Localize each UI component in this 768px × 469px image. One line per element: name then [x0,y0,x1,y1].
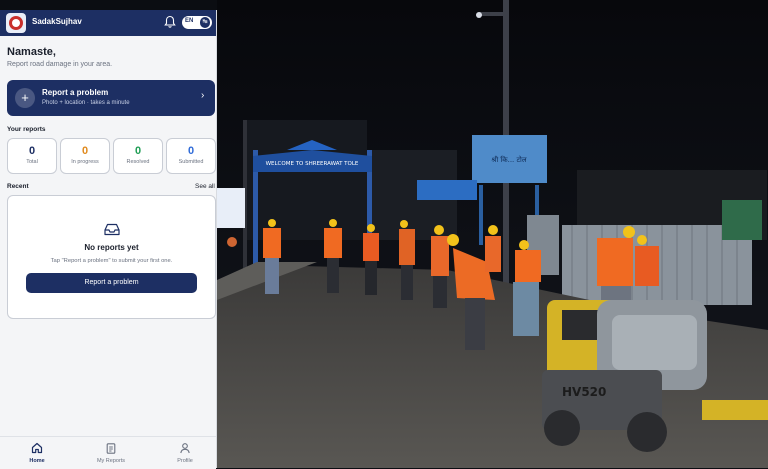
stat-label: Total [26,159,38,165]
greeting-title: Namaste, [7,46,56,58]
user-icon [180,443,190,454]
inbox-icon [104,223,120,236]
language-toggle[interactable]: EN ↹ [182,16,212,29]
chevron-right-icon: › [201,90,205,101]
tab-label: My Reports [96,458,126,464]
tab-label: Home [29,458,45,464]
bottom-tab-bar: Home My Reports Profile [0,436,216,469]
plus-icon: + [15,88,35,108]
road-repair-night-photo: WELCOME TO SHREERAWAT TOLE श्री कि... टो… [217,0,768,468]
stat-value: 0 [81,145,89,157]
tower-sign-text: श्री कि... टोल [491,155,526,164]
empty-state-text: Tap "Report a problem" to submit your fi… [50,258,173,264]
arch-sign-text: WELCOME TO SHREERAWAT TOLE [266,161,359,167]
stat-resolved[interactable]: 0 Resolved [113,138,163,174]
stat-label: Resolved [126,159,150,165]
stat-value: 0 [187,145,195,157]
bell-icon[interactable] [164,15,176,29]
stat-value: 0 [28,145,36,157]
stat-label: In progress [71,159,99,165]
language-label: EN [185,18,194,24]
clipboard-icon [106,443,116,454]
report-problem-card[interactable]: + Report a problem Photo + location · ta… [7,80,215,116]
see-all-link[interactable]: See all [195,183,215,190]
greeting-subtitle: Report road damage in your area. [7,61,113,68]
mobile-app-panel: SadakSujhav EN ↹ Namaste, Report road da… [0,10,217,469]
report-problem-title: Report a problem [42,88,109,97]
stat-submitted[interactable]: 0 Submitted [166,138,216,174]
tab-label: Profile [177,458,193,464]
stat-value: 0 [134,145,142,157]
app-header: SadakSujhav EN ↹ [0,10,216,36]
roller-model-text: HV520 [562,385,606,399]
language-switch-icon: ↹ [200,17,210,28]
app-logo [6,13,26,33]
tab-profile[interactable]: Profile [155,437,215,469]
tab-my-reports[interactable]: My Reports [81,437,141,469]
empty-state-card: No reports yet Tap "Report a problem" to… [7,195,216,319]
stat-in-progress[interactable]: 0 In progress [60,138,110,174]
app-title: SadakSujhav [32,17,82,26]
recent-heading: Recent [7,183,29,190]
empty-state-title: No reports yet [84,243,139,252]
home-icon [31,442,43,454]
report-problem-subtitle: Photo + location · takes a minute [42,100,130,106]
stat-label: Submitted [178,159,204,165]
report-problem-button[interactable]: Report a problem [26,273,197,293]
stat-total[interactable]: 0 Total [7,138,57,174]
tab-home[interactable]: Home [7,437,67,469]
your-reports-heading: Your reports [7,126,46,133]
